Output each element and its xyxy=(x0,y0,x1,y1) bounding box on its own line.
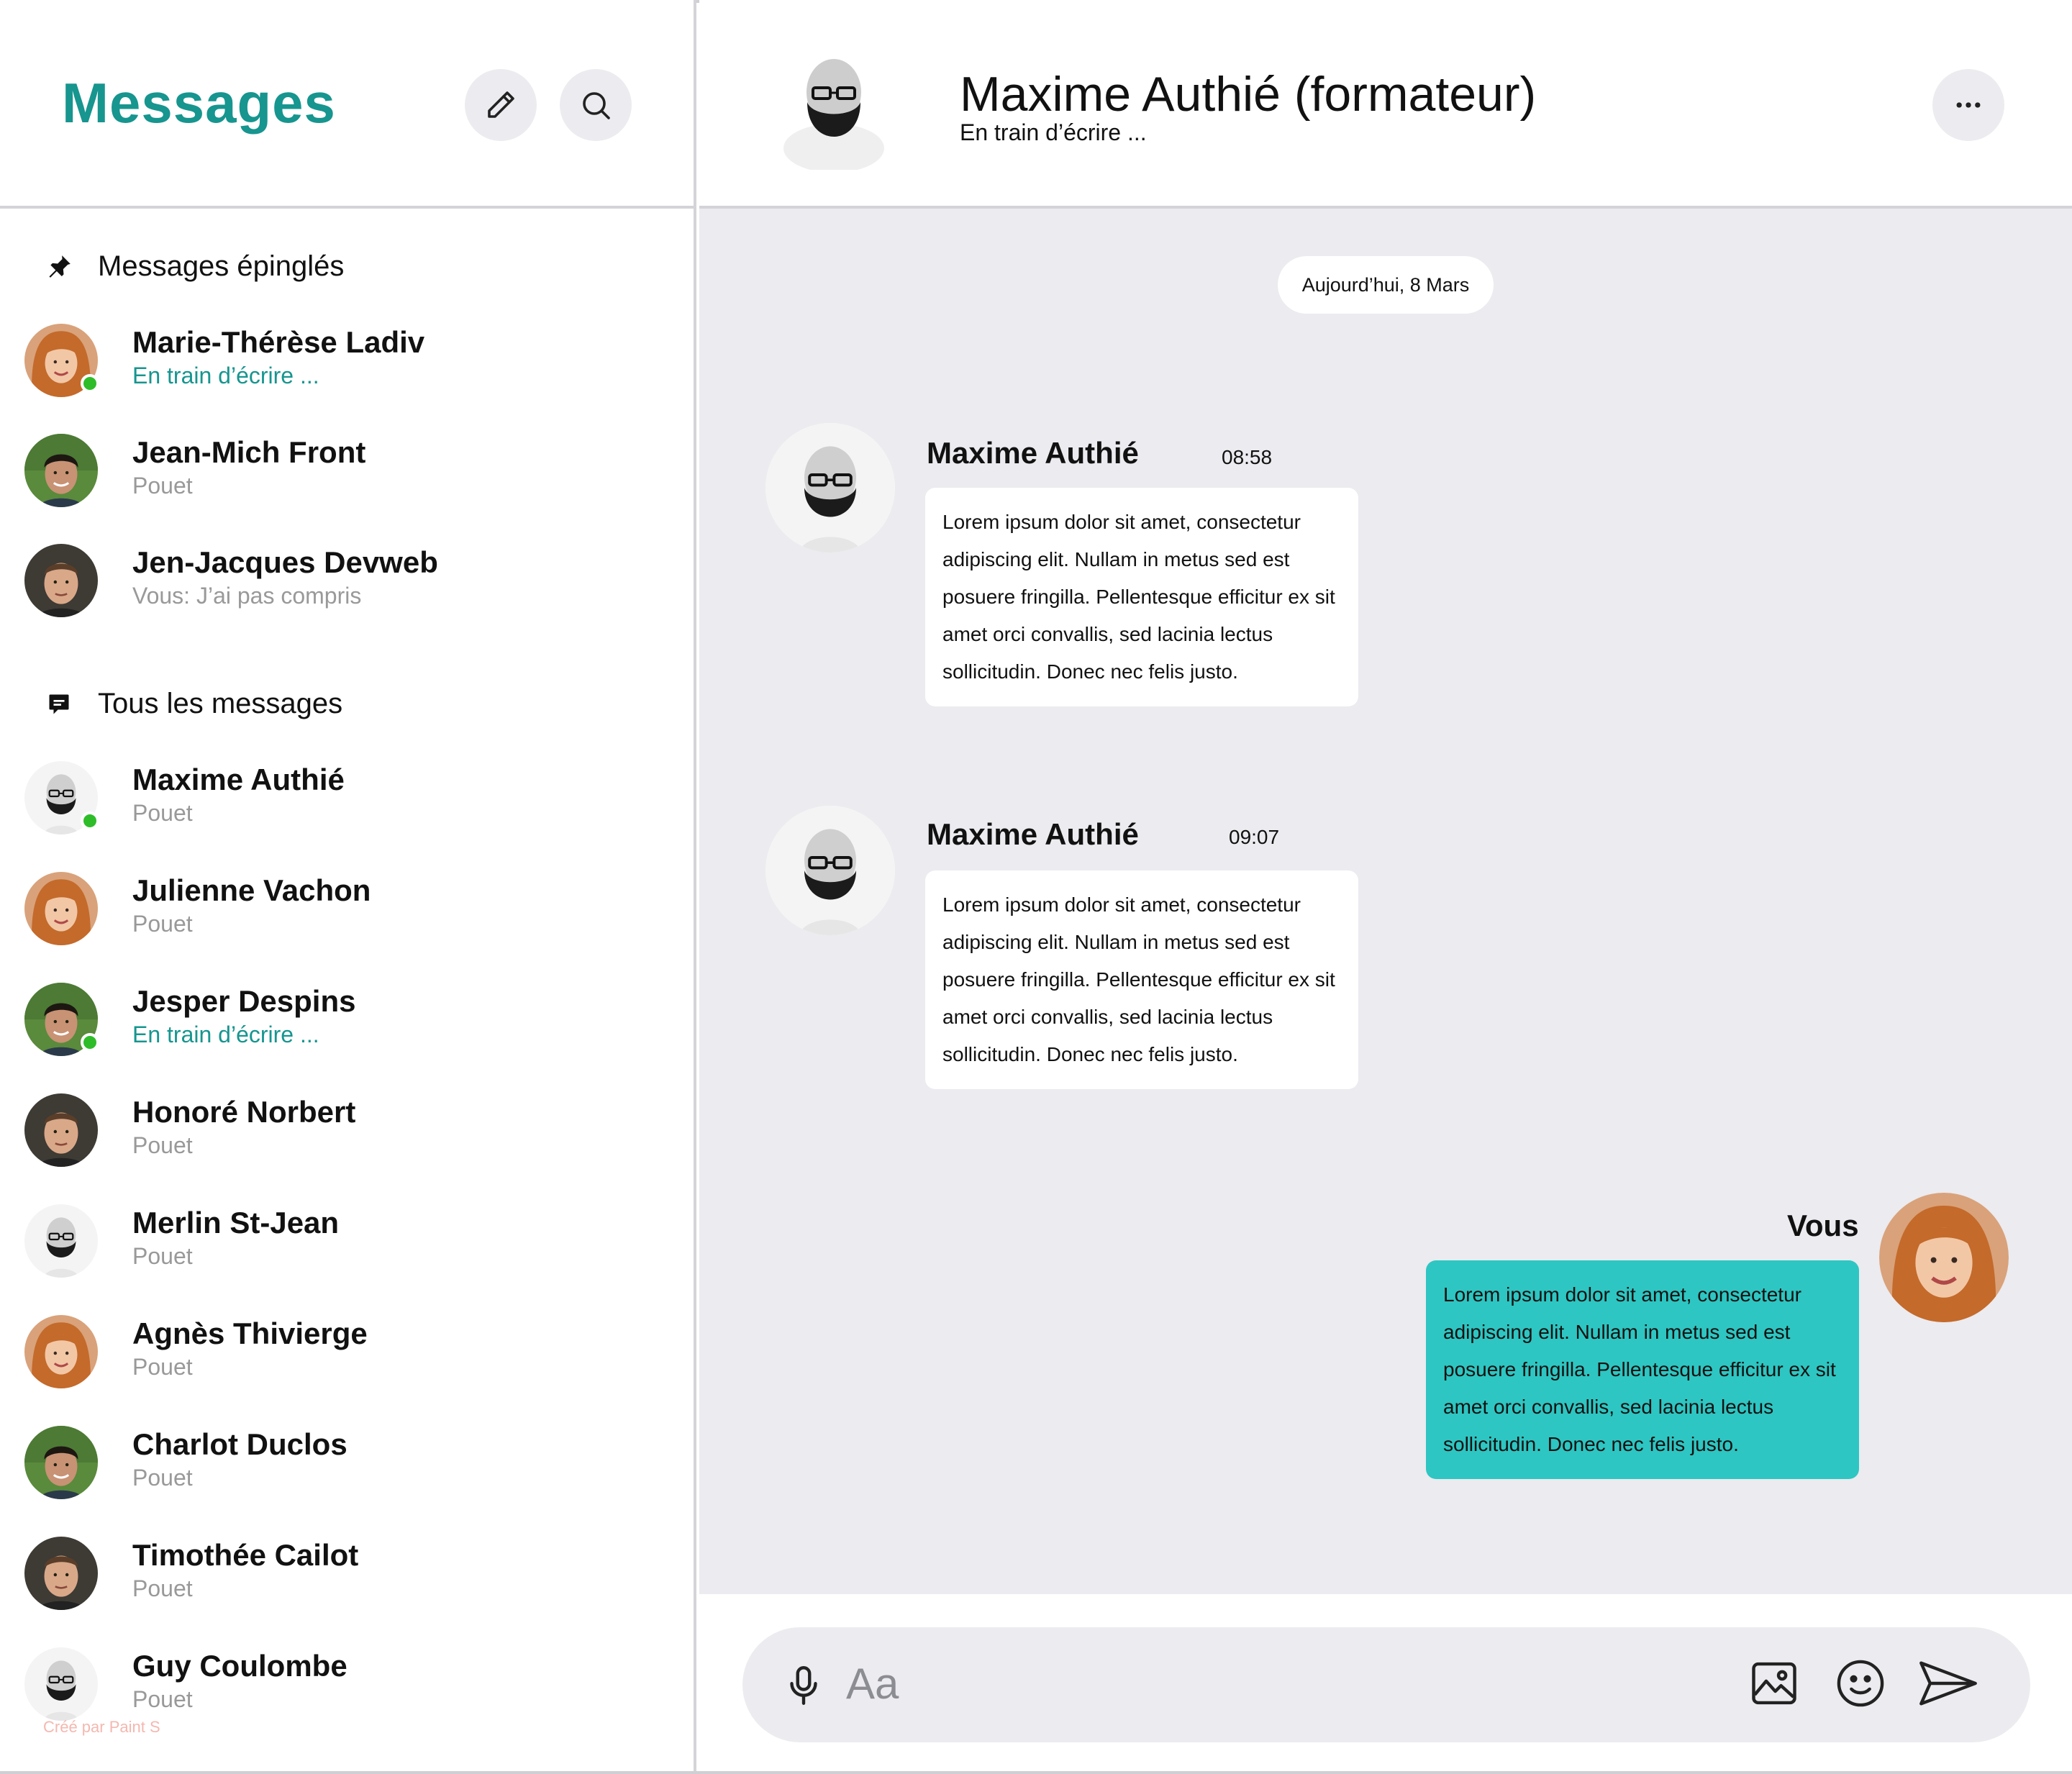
pencil-icon xyxy=(488,91,514,118)
all-messages-section-label: Tous les messages xyxy=(98,688,343,719)
send-icon xyxy=(1919,1661,1977,1706)
sidebar-header: Messages xyxy=(0,0,696,209)
own-message-author: Vous xyxy=(1787,1209,1859,1242)
contact-name: Guy Coulombe xyxy=(132,1649,347,1683)
emoji-icon xyxy=(1837,1660,1884,1707)
date-separator: Aujourd’hui, 8 Mars xyxy=(1278,256,1494,314)
contact-last-message: En train d’écrire ... xyxy=(132,363,319,388)
conversation-item[interactable]: Charlot Duclos Pouet xyxy=(24,1426,672,1505)
search-button[interactable] xyxy=(560,69,632,141)
message-bubble: Lorem ipsum dolor sit amet, consectetur … xyxy=(925,870,1358,1089)
conversation-item[interactable]: Timothée Cailot Pouet xyxy=(24,1537,672,1616)
own-avatar xyxy=(1879,1193,2009,1322)
contact-name: Jen-Jacques Devweb xyxy=(132,545,438,579)
conversation-item[interactable]: Guy Coulombe Pouet xyxy=(24,1647,672,1727)
frame-bottom-border xyxy=(0,1771,2072,1774)
online-status-dot xyxy=(81,374,99,393)
contact-avatar xyxy=(24,434,98,507)
chat-title: Maxime Authié (formateur) xyxy=(960,67,1537,122)
microphone-button[interactable] xyxy=(780,1662,827,1709)
contact-last-message: Vous: J’ai pas compris xyxy=(132,583,362,609)
contact-name: Merlin St-Jean xyxy=(132,1206,340,1239)
conversation-item[interactable]: Jean-Mich Front Pouet xyxy=(24,434,672,513)
contact-name: Julienne Vachon xyxy=(132,873,371,907)
chat-message-area xyxy=(699,209,2072,1594)
contact-avatar xyxy=(24,872,98,945)
chat-status: En train d’écrire ... xyxy=(960,119,1147,145)
all-messages-section-header: Tous les messages xyxy=(43,688,342,720)
pinned-section-label: Messages épinglés xyxy=(98,250,345,282)
contact-last-message: Pouet xyxy=(132,800,193,826)
message-time: 08:58 xyxy=(1222,446,1273,468)
contact-last-message: Pouet xyxy=(132,1132,193,1158)
conversation-item[interactable]: Marie-Thérèse Ladiv En train d’écrire ... xyxy=(24,324,672,403)
online-status-dot xyxy=(81,811,99,830)
contact-avatar xyxy=(24,1093,98,1167)
conversation-sidebar: Messages Messages épinglés Marie-Thérèse… xyxy=(0,0,696,1774)
contact-name: Charlot Duclos xyxy=(132,1427,347,1461)
app-title: Messages xyxy=(62,71,336,135)
contact-name: Maxime Authié xyxy=(132,763,345,796)
contact-avatar xyxy=(24,1426,98,1499)
conversation-item[interactable]: Jen-Jacques Devweb Vous: J’ai pas compris xyxy=(24,544,672,623)
contact-last-message: Pouet xyxy=(132,911,193,937)
contact-avatar xyxy=(24,324,99,397)
contact-avatar xyxy=(24,761,99,834)
search-icon xyxy=(583,92,610,119)
microphone-icon xyxy=(790,1666,817,1705)
contact-name: Marie-Thérèse Ladiv xyxy=(132,325,425,359)
message-author: Maxime Authié xyxy=(927,817,1139,851)
contact-name: Jean-Mich Front xyxy=(132,435,366,469)
message-bubble: Lorem ipsum dolor sit amet, consectetur … xyxy=(925,488,1358,706)
contact-last-message: Pouet xyxy=(132,473,193,499)
contact-last-message: Pouet xyxy=(132,1686,193,1712)
conversation-item[interactable]: Jesper Despins En train d’écrire ... xyxy=(24,983,672,1062)
contact-last-message: Pouet xyxy=(132,1465,193,1491)
more-horizontal-icon xyxy=(1956,102,1981,108)
image-icon xyxy=(1752,1662,1796,1705)
conversation-item[interactable]: Julienne Vachon Pouet xyxy=(24,872,672,951)
contact-avatar xyxy=(24,1647,98,1721)
online-status-dot xyxy=(81,1033,99,1052)
own-message-bubble: Lorem ipsum dolor sit amet, consectetur … xyxy=(1426,1260,1859,1479)
message-input[interactable] xyxy=(846,1655,1709,1712)
contact-avatar xyxy=(24,1537,98,1610)
watermark: Créé par Paint S xyxy=(43,1718,160,1736)
chat-bubble-icon xyxy=(43,688,75,720)
more-options-button[interactable] xyxy=(1932,69,2004,141)
conversation-item[interactable]: Agnès Thivierge Pouet xyxy=(24,1315,672,1394)
contact-avatar xyxy=(24,983,99,1056)
contact-last-message: Pouet xyxy=(132,1243,193,1269)
contact-name: Jesper Despins xyxy=(132,984,356,1018)
contact-last-message: Pouet xyxy=(132,1575,193,1601)
contact-name: Timothée Cailot xyxy=(132,1538,359,1572)
emoji-button[interactable] xyxy=(1833,1656,1888,1711)
pin-icon xyxy=(43,251,75,283)
attach-image-button[interactable] xyxy=(1747,1656,1801,1711)
contact-name: Honoré Norbert xyxy=(132,1095,356,1129)
conversation-item[interactable]: Maxime Authié Pouet xyxy=(24,761,672,840)
conversation-item[interactable]: Merlin St-Jean Pouet xyxy=(24,1204,672,1283)
contact-last-message: En train d’écrire ... xyxy=(132,1022,319,1047)
contact-avatar xyxy=(24,1204,98,1278)
contact-avatar xyxy=(24,544,98,617)
send-button[interactable] xyxy=(1917,1656,1980,1711)
message-avatar xyxy=(765,423,895,552)
pinned-section-header: Messages épinglés xyxy=(43,250,344,283)
message-avatar xyxy=(765,806,895,935)
chat-header-avatar xyxy=(781,40,886,173)
message-time: 09:07 xyxy=(1229,826,1280,848)
contact-avatar xyxy=(24,1315,98,1388)
conversation-item[interactable]: Honoré Norbert Pouet xyxy=(24,1093,672,1173)
message-author: Maxime Authié xyxy=(927,436,1139,470)
compose-button[interactable] xyxy=(465,69,537,141)
contact-last-message: Pouet xyxy=(132,1354,193,1380)
contact-name: Agnès Thivierge xyxy=(132,1316,368,1350)
